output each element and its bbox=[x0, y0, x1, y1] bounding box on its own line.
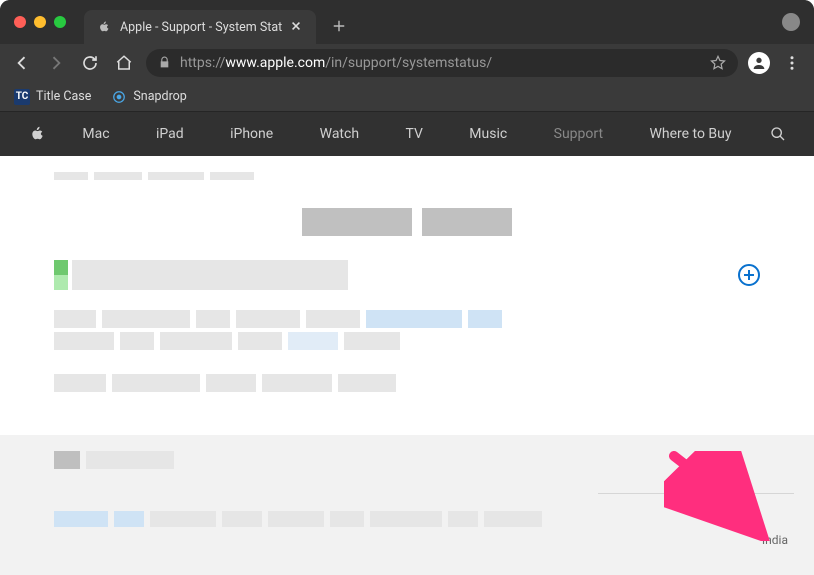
reload-button[interactable] bbox=[78, 51, 102, 75]
bookmarks-bar: TC Title Case Snapdrop bbox=[0, 82, 814, 112]
nav-where-to-buy[interactable]: Where to Buy bbox=[641, 126, 739, 142]
bookmark-icon bbox=[111, 89, 127, 105]
tab-title: Apple - Support - System Stat bbox=[120, 20, 282, 35]
lock-icon bbox=[158, 56, 172, 70]
bookmark-label: Snapdrop bbox=[133, 89, 186, 104]
blurred-content bbox=[54, 332, 760, 350]
apple-global-nav: Mac iPad iPhone Watch TV Music Support W… bbox=[0, 112, 814, 156]
page-footer: India bbox=[0, 435, 814, 575]
tab-close-button[interactable] bbox=[290, 20, 304, 34]
search-icon[interactable] bbox=[770, 126, 786, 142]
status-row bbox=[54, 260, 760, 290]
address-bar[interactable]: https://www.apple.com/in/support/systems… bbox=[146, 49, 738, 77]
profile-indicator-icon[interactable] bbox=[782, 13, 800, 31]
window-maximize-button[interactable] bbox=[54, 16, 66, 28]
profile-button[interactable] bbox=[748, 52, 770, 74]
url-text: https://www.apple.com/in/support/systems… bbox=[180, 55, 702, 71]
back-button[interactable] bbox=[10, 51, 34, 75]
blurred-heading bbox=[54, 208, 760, 236]
nav-music[interactable]: Music bbox=[461, 126, 515, 142]
browser-menu-button[interactable] bbox=[780, 51, 804, 75]
new-tab-button[interactable] bbox=[332, 19, 346, 33]
blurred-content bbox=[54, 374, 760, 392]
browser-tab[interactable]: Apple - Support - System Stat bbox=[84, 10, 316, 44]
window-minimize-button[interactable] bbox=[34, 16, 46, 28]
bookmark-snapdrop[interactable]: Snapdrop bbox=[111, 89, 186, 105]
bookmark-star-icon[interactable] bbox=[710, 55, 726, 71]
window-titlebar: Apple - Support - System Stat bbox=[0, 0, 814, 44]
apple-favicon bbox=[96, 19, 112, 35]
nav-mac[interactable]: Mac bbox=[74, 126, 117, 142]
nav-ipad[interactable]: iPad bbox=[148, 126, 192, 142]
status-indicator-icon bbox=[54, 260, 68, 290]
nav-iphone[interactable]: iPhone bbox=[222, 126, 281, 142]
country-selector[interactable]: India bbox=[762, 533, 788, 547]
blurred-content bbox=[54, 451, 760, 469]
apple-logo-icon[interactable] bbox=[28, 125, 44, 143]
expand-button[interactable] bbox=[738, 264, 760, 286]
bookmark-title-case[interactable]: TC Title Case bbox=[14, 89, 91, 105]
window-close-button[interactable] bbox=[14, 16, 26, 28]
nav-watch[interactable]: Watch bbox=[312, 126, 367, 142]
bookmark-icon: TC bbox=[14, 89, 30, 105]
blurred-content bbox=[54, 310, 760, 328]
browser-toolbar: https://www.apple.com/in/support/systems… bbox=[0, 44, 814, 82]
footer-divider bbox=[598, 493, 794, 494]
blurred-content bbox=[54, 172, 760, 180]
bookmark-label: Title Case bbox=[36, 89, 91, 104]
blurred-content bbox=[54, 511, 760, 527]
nav-tv[interactable]: TV bbox=[397, 126, 430, 142]
home-button[interactable] bbox=[112, 51, 136, 75]
nav-support[interactable]: Support bbox=[546, 126, 611, 142]
forward-button[interactable] bbox=[44, 51, 68, 75]
